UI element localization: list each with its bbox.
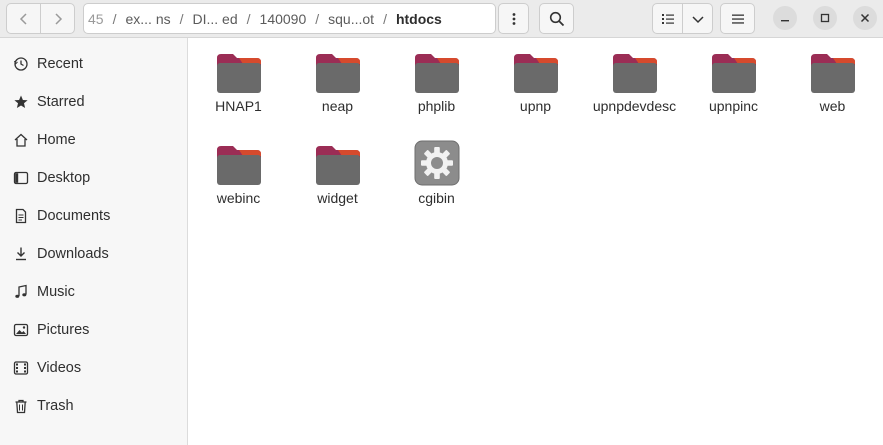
- chevron-down-icon: [691, 15, 704, 23]
- sidebar-item-label: Starred: [37, 94, 85, 110]
- sidebar: Recent Starred Home Desktop Documents Do…: [0, 38, 188, 445]
- close-icon: [860, 13, 870, 23]
- file-grid: HNAP1 neap phplib upnp upnpdevdesc upnpinc web…: [189, 50, 883, 234]
- breadcrumb-item[interactable]: squ...ot: [322, 11, 380, 27]
- folder-icon: [809, 50, 857, 94]
- folder-icon: [413, 50, 461, 94]
- vertical-dots-icon: [512, 12, 515, 25]
- sidebar-item-videos[interactable]: Videos: [0, 349, 187, 387]
- file-item[interactable]: cgibin: [387, 140, 486, 234]
- folder-item[interactable]: webinc: [189, 142, 288, 234]
- desktop-icon: [12, 169, 30, 187]
- list-view-icon: [661, 13, 674, 24]
- breadcrumb-separator: /: [246, 10, 251, 27]
- sidebar-item-starred[interactable]: Starred: [0, 83, 187, 121]
- folder-item[interactable]: web: [783, 50, 882, 142]
- minimize-icon: [781, 20, 789, 22]
- file-name: HNAP1: [215, 98, 262, 114]
- hamburger-icon: [731, 14, 744, 24]
- sidebar-item-documents[interactable]: Documents: [0, 197, 187, 235]
- search-button[interactable]: [539, 3, 574, 34]
- folder-item[interactable]: phplib: [387, 50, 486, 142]
- home-icon: [12, 131, 30, 149]
- file-name: upnpinc: [708, 98, 759, 114]
- folder-item[interactable]: upnpdevdesc: [585, 50, 684, 142]
- breadcrumb-item[interactable]: DI... ed: [187, 11, 244, 27]
- close-button[interactable]: [853, 6, 877, 30]
- folder-icon: [215, 50, 263, 94]
- forward-button[interactable]: [40, 4, 74, 33]
- file-name: webinc: [216, 190, 261, 206]
- sidebar-item-label: Trash: [37, 398, 74, 414]
- breadcrumb-item[interactable]: 45: [84, 11, 110, 27]
- sidebar-item-label: Desktop: [37, 170, 91, 186]
- folder-item[interactable]: upnp: [486, 50, 585, 142]
- file-name: upnpdevdesc: [592, 98, 677, 114]
- folder-item[interactable]: upnpinc: [684, 50, 783, 142]
- breadcrumb-separator: /: [112, 10, 117, 27]
- folder-icon: [314, 50, 362, 94]
- breadcrumb: 45 / ex... ns / DI... ed / 140090 / squ.…: [83, 3, 496, 34]
- sidebar-item-label: Pictures: [37, 322, 90, 338]
- search-icon: [549, 11, 564, 26]
- list-view-button[interactable]: [653, 4, 682, 33]
- video-icon: [12, 359, 30, 377]
- folder-icon: [512, 50, 560, 94]
- sidebar-item-label: Music: [37, 284, 75, 300]
- maximize-icon: [820, 13, 830, 23]
- executable-gear-icon: [413, 140, 461, 186]
- folder-icon: [611, 50, 659, 94]
- sidebar-item-home[interactable]: Home: [0, 121, 187, 159]
- breadcrumb-separator: /: [383, 10, 387, 27]
- minimize-button[interactable]: [773, 6, 797, 30]
- sidebar-item-pictures[interactable]: Pictures: [0, 311, 187, 349]
- file-view: HNAP1 neap phplib upnp upnpdevdesc upnpinc web…: [189, 38, 883, 445]
- breadcrumb-item[interactable]: 140090: [254, 11, 313, 27]
- file-name: phplib: [417, 98, 456, 114]
- trash-icon: [12, 397, 30, 415]
- folder-icon: [314, 142, 362, 186]
- sidebar-item-label: Downloads: [37, 246, 109, 262]
- sidebar-item-label: Videos: [37, 360, 82, 376]
- clock-icon: [12, 55, 30, 73]
- file-name: widget: [317, 190, 358, 206]
- sidebar-item-trash[interactable]: Trash: [0, 387, 187, 425]
- view-options-button[interactable]: [682, 4, 712, 33]
- navigation-buttons: [6, 3, 75, 34]
- back-button[interactable]: [7, 4, 40, 33]
- view-toggle: [652, 3, 713, 34]
- chevron-left-icon: [19, 12, 27, 25]
- file-name: upnp: [519, 98, 552, 114]
- download-icon: [12, 245, 30, 263]
- sidebar-item-downloads[interactable]: Downloads: [0, 235, 187, 273]
- document-icon: [12, 207, 30, 225]
- sidebar-item-desktop[interactable]: Desktop: [0, 159, 187, 197]
- main-menu-button[interactable]: [720, 3, 755, 34]
- sidebar-item-music[interactable]: Music: [0, 273, 187, 311]
- folder-item[interactable]: widget: [288, 142, 387, 234]
- sidebar-item-label: Recent: [37, 56, 83, 72]
- folder-icon: [215, 142, 263, 186]
- star-icon: [12, 93, 30, 111]
- breadcrumb-current[interactable]: htdocs: [390, 11, 448, 27]
- file-name: neap: [321, 98, 354, 114]
- file-name: web: [819, 98, 846, 114]
- music-icon: [12, 283, 30, 301]
- file-name: cgibin: [418, 190, 455, 206]
- folder-item[interactable]: neap: [288, 50, 387, 142]
- folder-icon: [710, 50, 758, 94]
- sidebar-item-label: Home: [37, 132, 76, 148]
- breadcrumb-separator: /: [179, 10, 184, 27]
- breadcrumb-separator: /: [315, 10, 320, 27]
- breadcrumb-item[interactable]: ex... ns: [119, 11, 176, 27]
- maximize-button[interactable]: [813, 6, 837, 30]
- picture-icon: [12, 321, 30, 339]
- folder-item[interactable]: HNAP1: [189, 50, 288, 142]
- sidebar-item-label: Documents: [37, 208, 111, 224]
- chevron-right-icon: [54, 12, 62, 25]
- folder-menu-button[interactable]: [498, 3, 529, 34]
- header-bar: 45 / ex... ns / DI... ed / 140090 / squ.…: [0, 0, 883, 38]
- sidebar-item-recent[interactable]: Recent: [0, 45, 187, 83]
